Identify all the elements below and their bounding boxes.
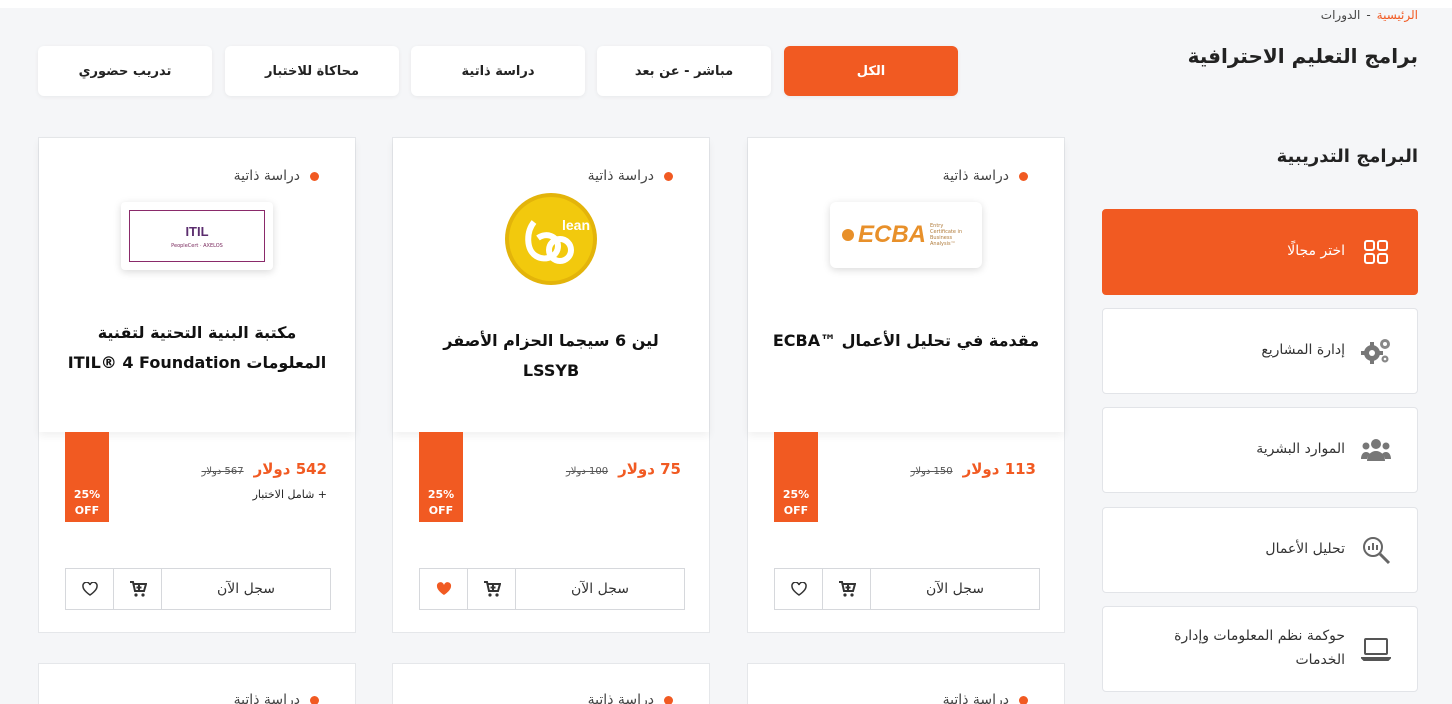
discount-off: OFF [428,503,454,517]
tab-live-remote[interactable]: مباشر - عن بعد [597,46,771,96]
analytics-search-icon [1361,535,1391,565]
register-button[interactable]: سجل الآن [871,569,1039,609]
cart-icon [838,581,856,597]
old-price: 100 دولار [565,466,609,477]
course-card-ecba[interactable]: دراسة ذاتية ECBA Entry Certificate in Bu… [747,137,1065,633]
course-title[interactable]: لين 6 سيجما الحزام الأصفر LSSYB [413,326,689,385]
course-type-label: دراسة ذاتية [233,168,300,184]
itil-logo: ITIL PeopleCert · AXELOS [121,202,273,270]
old-price: 567 دولار [201,466,244,477]
includes-exam-note: + شامل الاختبار [252,488,327,501]
dot-icon [664,695,673,704]
logo-subtext: PeopleCert · AXELOS [171,242,223,249]
discount-off: OFF [783,503,809,517]
course-card-lssyb[interactable]: دراسة ذاتية lean لين 6 سيجما الحزام الأص… [392,137,710,633]
sidebar-item-human-resources[interactable]: الموارد البشرية [1102,407,1418,493]
sidebar-item-label: إدارة المشاريع [1261,342,1345,359]
discount-badge: 25% OFF [65,432,109,522]
course-type-label: دراسة ذاتية [233,692,300,704]
sidebar-item-project-management[interactable]: إدارة المشاريع [1102,308,1418,394]
logo-subtext: Entry Certificate in Business Analysis™ [930,223,963,247]
add-to-cart-button[interactable] [823,569,871,609]
price: 75 دولار 100 دولار [566,460,681,478]
sidebar-title: البرامج التدريبية [1276,146,1418,167]
top-strip [0,0,1452,8]
logo-text: ITIL [185,223,209,239]
logo-text: lean [562,217,590,233]
laptop-icon [1361,634,1391,664]
sidebar-item-choose-field[interactable]: اختر مجالًا [1102,209,1418,295]
price: 542 دولار 567 دولار [202,460,327,478]
course-title[interactable]: مقدمة في تحليل الأعمال ™ECBA [768,326,1044,356]
favorite-button[interactable] [420,569,468,609]
sidebar-item-label: حوكمة نظم المعلومات وإدارة الخدمات [1174,628,1345,668]
course-card-partial[interactable]: دراسة ذاتية [392,663,710,704]
lean-logo: lean [504,192,598,290]
course-title[interactable]: مكتبة البنية التحتية لتقنية المعلومات IT… [59,318,335,377]
breadcrumb: الرئيسية-الدورات [1321,8,1418,22]
ecba-logo: ECBA Entry Certificate in Business Analy… [830,202,982,268]
discount-badge: 25% OFF [419,432,463,522]
cart-icon [483,581,501,597]
card-actions: سجل الآن [419,568,685,610]
logo-text: ECBA [857,221,926,248]
card-actions: سجل الآن [774,568,1040,610]
old-price: 150 دولار [910,466,953,477]
sidebar-item-it-governance[interactable]: حوكمة نظم المعلومات وإدارة الخدمات [1102,606,1418,692]
favorite-button[interactable] [775,569,823,609]
dot-icon [1019,171,1028,181]
tab-all[interactable]: الكل [784,46,958,96]
course-type: دراسة ذاتية [588,692,673,704]
tab-exam-simulation[interactable]: محاكاة للاختبار [225,46,399,96]
discount-percent: 25% [782,488,810,502]
gears-icon [1361,336,1391,366]
breadcrumb-current: الدورات [1320,8,1361,22]
course-card-itil[interactable]: دراسة ذاتية ITIL PeopleCert · AXELOS مكت… [38,137,356,633]
grid-icon [1361,237,1391,267]
course-type: دراسة ذاتية [943,168,1028,184]
heart-icon [81,582,98,596]
breadcrumb-separator: - [1366,8,1371,22]
course-type-label: دراسة ذاتية [587,168,654,184]
dot-icon [664,171,673,181]
cart-icon [129,581,147,597]
heart-filled-icon [436,582,451,595]
dot-icon [310,171,319,181]
course-type: دراسة ذاتية [234,168,319,184]
page-title: برامج التعليم الاحترافية [1187,44,1418,68]
card-actions: سجل الآن [65,568,331,610]
course-type: دراسة ذاتية [588,168,673,184]
add-to-cart-button[interactable] [114,569,162,609]
dot-icon [310,695,319,704]
sidebar-item-label: تحليل الأعمال [1265,541,1345,558]
current-price: 113 دولار [962,460,1036,478]
dot-icon [1019,695,1028,704]
add-to-cart-button[interactable] [468,569,516,609]
register-button[interactable]: سجل الآن [162,569,330,609]
tab-self-study[interactable]: دراسة ذاتية [411,46,585,96]
sidebar-item-business-analysis[interactable]: تحليل الأعمال [1102,507,1418,593]
discount-percent: 25% [73,488,101,502]
current-price: 75 دولار [618,460,681,478]
course-type-label: دراسة ذاتية [942,168,1009,184]
users-icon [1361,435,1391,465]
sidebar-item-label: الموارد البشرية [1256,441,1345,458]
course-type-label: دراسة ذاتية [587,692,654,704]
current-price: 542 دولار [253,460,327,478]
tab-in-person[interactable]: تدريب حضوري [38,46,212,96]
favorite-button[interactable] [66,569,114,609]
course-type: دراسة ذاتية [943,692,1028,704]
course-type: دراسة ذاتية [234,692,319,704]
price: 113 دولار 150 دولار [911,460,1036,478]
discount-off: OFF [74,503,100,517]
course-card-partial[interactable]: دراسة ذاتية [38,663,356,704]
course-card-partial[interactable]: دراسة ذاتية [747,663,1065,704]
discount-badge: 25% OFF [774,432,818,522]
course-type-label: دراسة ذاتية [942,692,1009,704]
register-button[interactable]: سجل الآن [516,569,684,609]
heart-icon [790,582,807,596]
discount-percent: 25% [427,488,455,502]
breadcrumb-home[interactable]: الرئيسية [1377,8,1418,22]
sidebar-item-label: اختر مجالًا [1287,243,1345,260]
